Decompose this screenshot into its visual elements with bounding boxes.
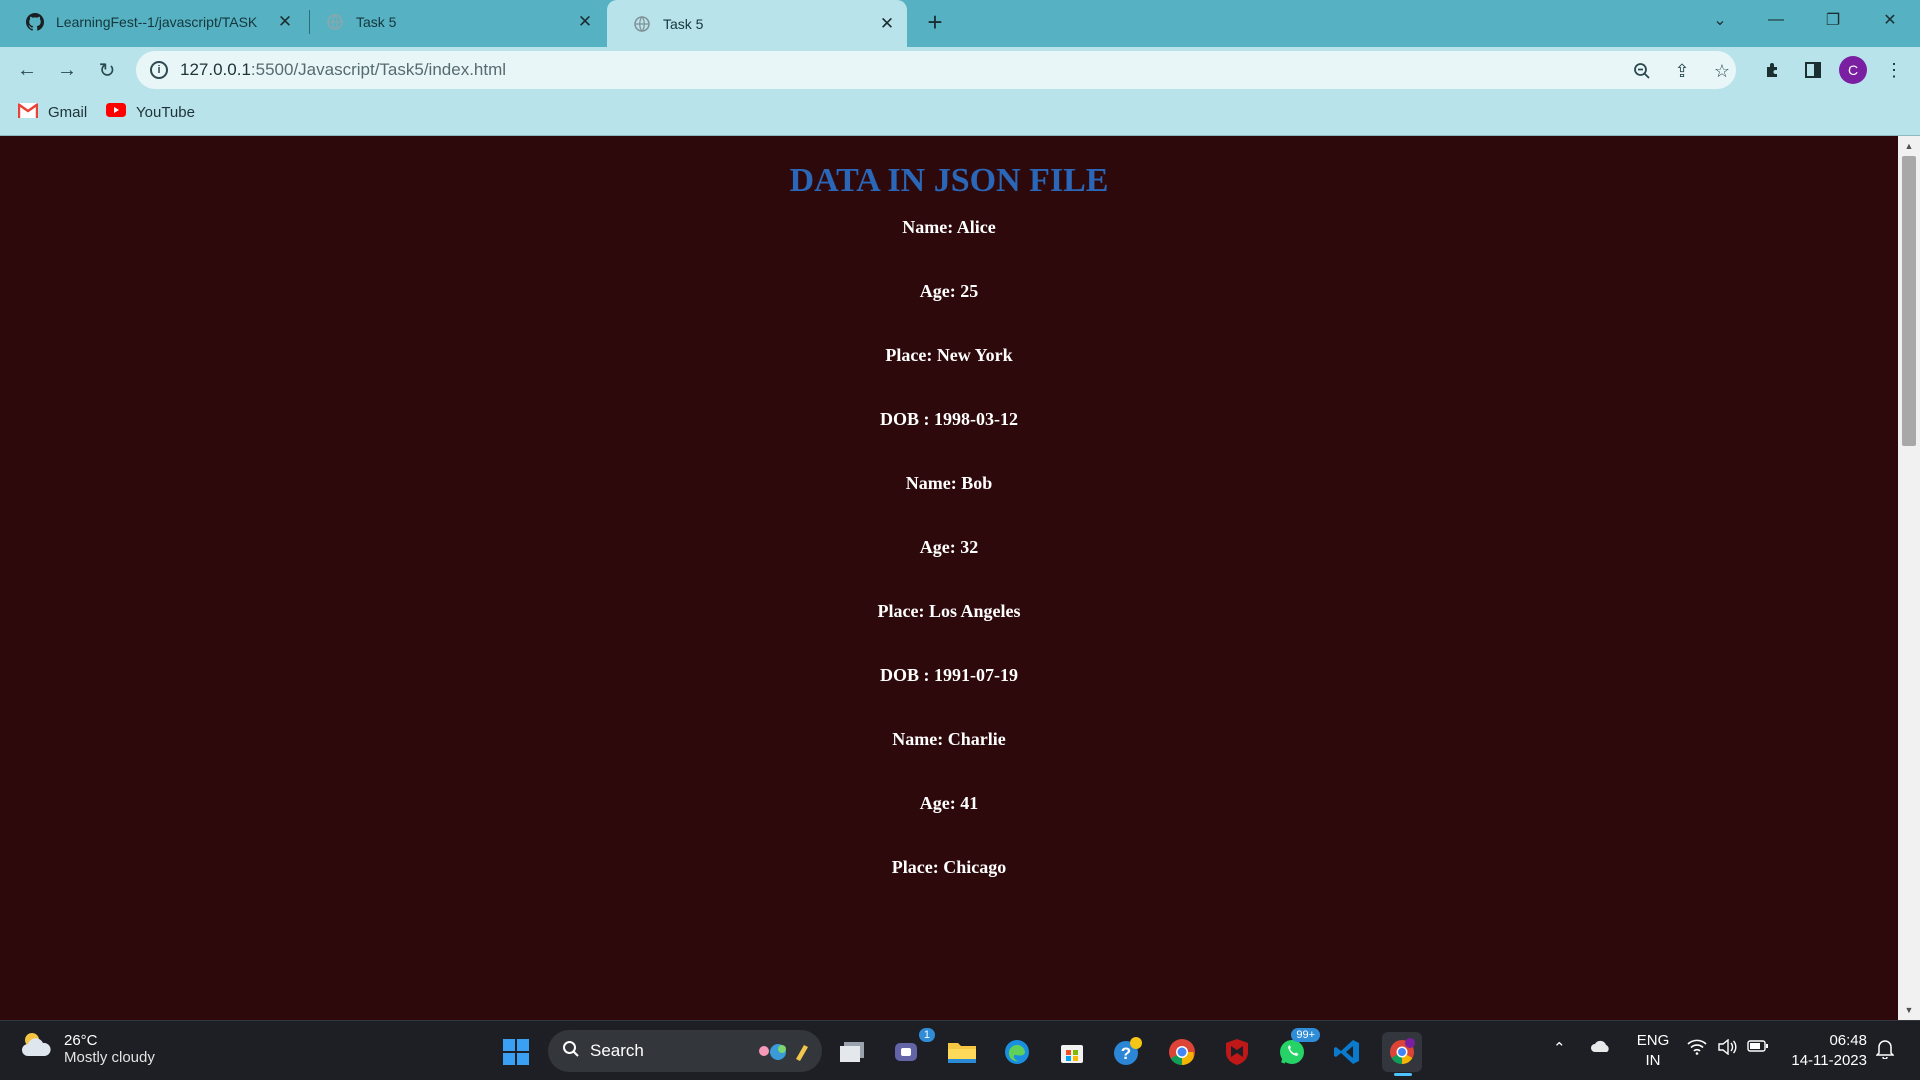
record-dob: DOB : 1991-07-19 (880, 665, 1018, 685)
battery-icon[interactable] (1747, 1039, 1769, 1057)
url-text: 127.0.0.1:5500/Javascript/Task5/index.ht… (180, 60, 507, 79)
youtube-icon (106, 103, 126, 121)
bookmark-star-icon[interactable]: ☆ (1710, 59, 1734, 83)
weather-widget[interactable]: 26°C Mostly cloudy (20, 1030, 155, 1068)
tab-title: Task 5 (356, 13, 397, 30)
close-icon[interactable]: ✕ (572, 9, 598, 35)
globe-icon (326, 13, 344, 31)
bookmarks-bar: Gmail YouTube (0, 92, 1920, 136)
teams-chat-icon[interactable]: 1 (887, 1028, 935, 1072)
record-place: Place: Chicago (891, 857, 1007, 877)
record-charlie: Name: Charlie Age: 41 Place: Chicago (0, 729, 1898, 877)
close-window-button[interactable]: ✕ (1862, 0, 1918, 40)
globe-icon (633, 15, 651, 33)
reload-button[interactable]: ↻ (90, 53, 124, 87)
gmail-icon (17, 103, 39, 122)
bookmark-gmail[interactable]: Gmail (17, 103, 88, 122)
record-age: Age: 41 (919, 793, 979, 813)
teams-badge: 1 (918, 1028, 935, 1042)
show-hidden-icons-icon[interactable]: ⌃ (1553, 1039, 1566, 1057)
help-icon[interactable]: ? (1107, 1032, 1147, 1072)
record-alice: Name: Alice Age: 25 Place: New York DOB … (0, 217, 1898, 429)
region-code: IN (1645, 1052, 1661, 1069)
record-place: Place: Los Angeles (877, 601, 1021, 621)
notification-bell-icon[interactable] (1875, 1039, 1895, 1063)
bookmark-youtube[interactable]: YouTube (106, 103, 195, 121)
windows-taskbar: 26°C Mostly cloudy Search 1 ? 99+ ⌃ ENG … (0, 1020, 1920, 1080)
record-bob: Name: Bob Age: 32 Place: Los Angeles DOB… (0, 473, 1898, 685)
scroll-down-icon[interactable]: ▼ (1898, 1002, 1920, 1018)
start-button[interactable] (496, 1032, 536, 1072)
onedrive-icon[interactable] (1590, 1039, 1612, 1057)
tab-task5-active[interactable]: Task 5 ✕ (607, 0, 907, 47)
chrome-profile-icon[interactable] (1382, 1032, 1422, 1076)
site-info-icon[interactable]: i (150, 61, 168, 79)
restore-button[interactable]: ❐ (1805, 0, 1861, 40)
record-place: Place: New York (885, 345, 1013, 365)
forward-button[interactable]: → (50, 53, 84, 87)
record-name: Name: Charlie (892, 729, 1006, 749)
scrollbar-thumb[interactable] (1902, 156, 1916, 446)
menu-kebab-icon[interactable]: ⋮ (1881, 57, 1907, 83)
close-icon[interactable]: ✕ (272, 9, 298, 35)
tab-title: Task 5 (663, 15, 704, 32)
search-highlight-icon (754, 1040, 814, 1067)
search-label: Search (590, 1041, 644, 1060)
microsoft-store-icon[interactable] (1052, 1032, 1092, 1072)
active-indicator (1394, 1073, 1412, 1076)
clock[interactable]: 06:48 14-11-2023 (1787, 1031, 1867, 1071)
weather-desc: Mostly cloudy (64, 1049, 155, 1066)
weather-temp: 26°C (64, 1032, 98, 1049)
page-heading: DATA IN JSON FILE (789, 162, 1109, 199)
page-scrollbar[interactable]: ▲ ▼ (1898, 136, 1920, 1020)
volume-icon[interactable] (1717, 1038, 1737, 1059)
vscode-icon[interactable] (1327, 1032, 1367, 1072)
cloud-sun-icon (20, 1030, 54, 1068)
whatsapp-badge: 99+ (1291, 1028, 1320, 1042)
new-tab-button[interactable]: + (920, 7, 950, 37)
record-age: Age: 32 (919, 537, 979, 557)
taskbar-search[interactable]: Search (548, 1030, 822, 1072)
record-name: Name: Bob (905, 473, 993, 493)
clock-date: 14-11-2023 (1791, 1052, 1867, 1069)
tab-search-icon[interactable]: ⌄ (1692, 0, 1748, 40)
record-dob: DOB : 1998-03-12 (880, 409, 1018, 429)
tab-strip: LearningFest--1/javascript/TASK ✕ Task 5… (0, 0, 1920, 47)
edge-browser-icon[interactable] (997, 1032, 1037, 1072)
minimize-button[interactable]: — (1748, 0, 1804, 40)
tab-task5-inactive[interactable]: Task 5 ✕ (300, 0, 605, 43)
browser-toolbar: ← → ↻ i 127.0.0.1:5500/Javascript/Task5/… (0, 47, 1920, 92)
bookmark-label: YouTube (136, 103, 195, 121)
file-explorer-icon[interactable] (942, 1032, 982, 1072)
side-panel-icon[interactable] (1800, 57, 1826, 83)
back-button[interactable]: ← (10, 53, 44, 87)
bookmark-label: Gmail (48, 104, 88, 121)
tab-title: LearningFest--1/javascript/TASK (56, 13, 258, 30)
scroll-up-icon[interactable]: ▲ (1898, 138, 1920, 154)
zoom-icon[interactable] (1630, 59, 1654, 83)
svg-text:?: ? (1121, 1044, 1131, 1063)
close-icon[interactable]: ✕ (874, 11, 900, 37)
clock-time: 06:48 (1829, 1032, 1867, 1049)
mcafee-icon[interactable] (1217, 1032, 1257, 1072)
language-indicator[interactable]: ENG IN (1633, 1031, 1673, 1071)
web-page-content: DATA IN JSON FILE Name: Alice Age: 25 Pl… (0, 136, 1898, 1020)
record-name: Name: Alice (902, 217, 996, 237)
chrome-icon[interactable] (1162, 1032, 1202, 1072)
search-icon (562, 1040, 580, 1063)
github-icon (26, 12, 44, 31)
profile-avatar[interactable]: C (1839, 56, 1867, 84)
wifi-icon[interactable] (1687, 1039, 1707, 1059)
share-icon[interactable]: ⇪ (1670, 59, 1694, 83)
whatsapp-icon[interactable]: 99+ (1272, 1028, 1320, 1072)
records-list: Name: Alice Age: 25 Place: New York DOB … (0, 217, 1898, 877)
extensions-icon[interactable] (1760, 57, 1786, 83)
tab-github[interactable]: LearningFest--1/javascript/TASK ✕ (0, 0, 305, 43)
task-view-icon[interactable] (832, 1032, 872, 1072)
language-code: ENG (1636, 1032, 1670, 1049)
address-bar[interactable]: i 127.0.0.1:5500/Javascript/Task5/index.… (136, 51, 1736, 89)
record-age: Age: 25 (919, 281, 979, 301)
